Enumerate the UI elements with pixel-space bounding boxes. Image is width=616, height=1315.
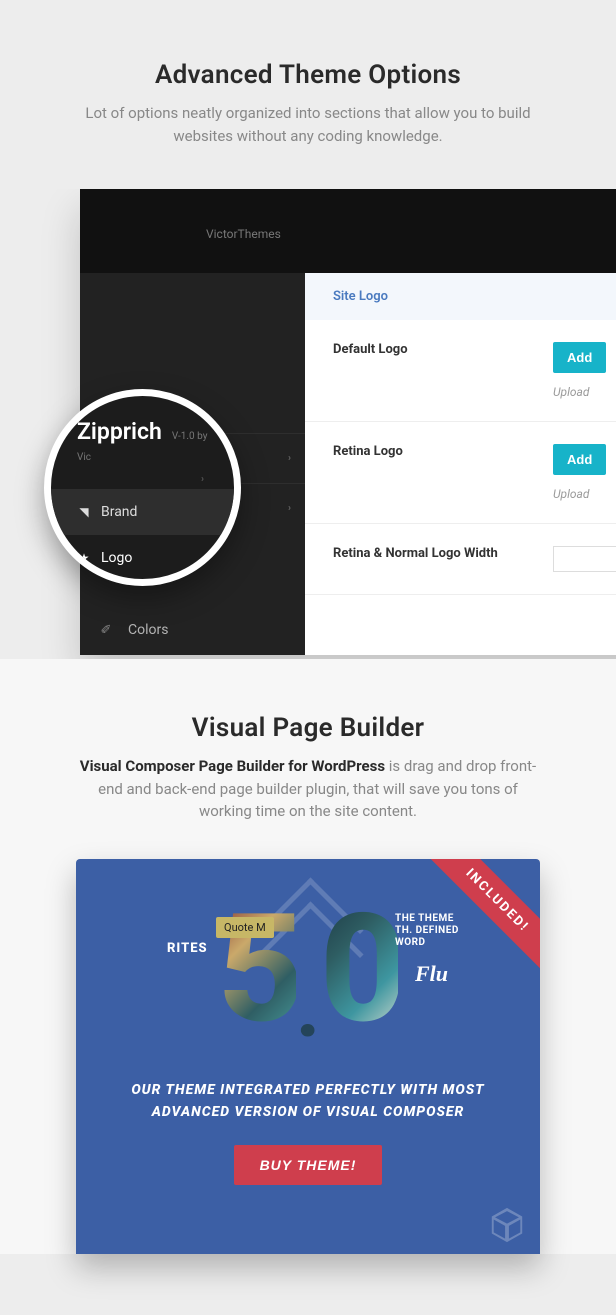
- visual-composer-promo: INCLUDED! 5 . 0 RITES Quote M THE THEME …: [76, 859, 540, 1254]
- field-label: Retina Logo: [333, 444, 553, 459]
- logo-width-input[interactable]: [553, 546, 616, 572]
- brush-icon: ✐: [98, 622, 114, 638]
- theme-options-heading: Advanced Theme Options: [40, 60, 576, 90]
- field-hint: Upload: [553, 487, 616, 501]
- theme-name: Zipprich: [77, 418, 162, 445]
- theme-options-preview: VictorThemes ≡ Header › ⋯ Footer › ✎: [0, 189, 616, 659]
- sidebar-item-label: Colors: [128, 622, 168, 638]
- visual-builder-heading: Visual Page Builder: [0, 713, 616, 743]
- theme-options-subheading: Lot of options neatly organized into sec…: [78, 102, 538, 147]
- version-digit-zero: 0: [320, 894, 399, 1044]
- magnifier-item-logo[interactable]: ★ Logo: [77, 535, 208, 581]
- chevron-right-icon: ›: [288, 453, 291, 464]
- field-label: Default Logo: [333, 342, 553, 357]
- field-hint: Upload: [553, 385, 616, 399]
- sidebar-item-colors[interactable]: ✐ Colors: [80, 605, 305, 655]
- add-button[interactable]: Add: [553, 342, 606, 373]
- version-dot: .: [296, 962, 320, 1056]
- magnifier-overlay: Zipprich V-1.0 by Vic › ◥ Brand ★ Logo: [44, 389, 241, 586]
- magnifier-item-label: Brand: [101, 504, 137, 520]
- magnifier-item-label: Logo: [101, 550, 132, 566]
- promo-chip: RITES: [161, 939, 214, 958]
- cube-icon: [488, 1206, 526, 1244]
- buy-theme-button[interactable]: BUY THEME!: [234, 1145, 383, 1185]
- magnifier-item-brand[interactable]: ◥ Brand: [51, 489, 234, 535]
- star-icon: ★: [77, 551, 91, 565]
- promo-chip: Flu: [409, 959, 454, 989]
- promo-chip: THE THEME TH. DEFINED WORD: [389, 911, 479, 951]
- promo-text-line: OUR THEME INTEGRATED PERFECTLY WITH MOST: [116, 1079, 500, 1101]
- field-label: Retina & Normal Logo Width: [333, 546, 553, 561]
- visual-builder-subheading: Visual Composer Page Builder for WordPre…: [78, 755, 538, 823]
- chevron-right-icon: ›: [77, 474, 208, 485]
- visual-builder-sub-bold: Visual Composer Page Builder for WordPre…: [80, 757, 385, 775]
- vendor-label: VictorThemes: [206, 227, 281, 241]
- add-button[interactable]: Add: [553, 444, 606, 475]
- chevron-right-icon: ›: [288, 503, 291, 514]
- sidebar-item[interactable]: [80, 273, 305, 371]
- bookmark-icon: ◥: [77, 505, 91, 519]
- promo-text-line: ADVANCED VERSION OF VISUAL COMPOSER: [116, 1101, 500, 1123]
- content-section-title: Site Logo: [305, 273, 616, 320]
- promo-chip: Quote M: [216, 917, 274, 938]
